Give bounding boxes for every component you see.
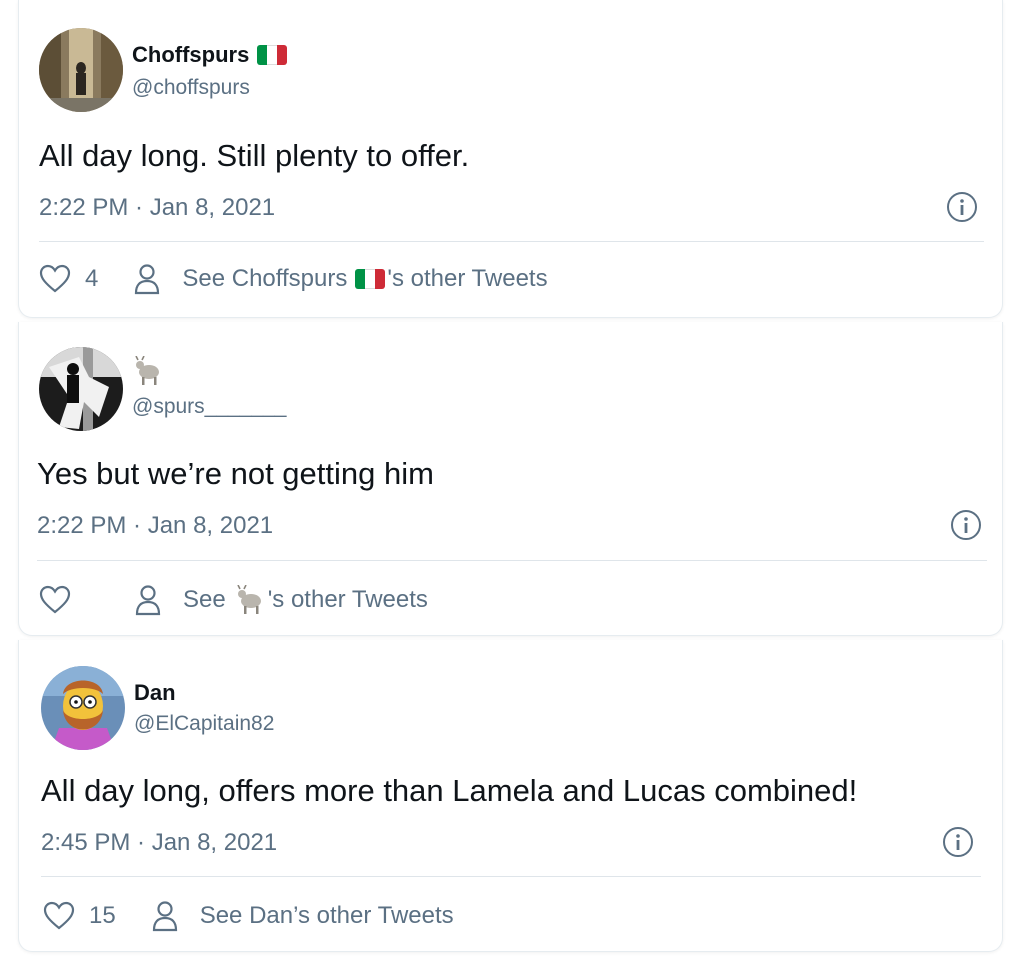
divider (37, 560, 987, 561)
avatar[interactable] (41, 666, 125, 750)
goat-icon (236, 585, 261, 614)
italy-flag-icon (257, 45, 288, 65)
avatar[interactable] (39, 347, 123, 431)
display-name[interactable]: Choffspurs (132, 42, 288, 68)
display-name-text: Dan (134, 680, 176, 705)
person-icon[interactable] (152, 900, 178, 932)
divider (39, 241, 984, 242)
tweet-timestamp[interactable]: 2:45 PM · Jan 8, 2021 (41, 829, 277, 857)
heart-icon[interactable] (43, 901, 75, 931)
italy-flag-icon (355, 269, 386, 289)
tweet-timestamp[interactable]: 2:22 PM · Jan 8, 2021 (37, 512, 273, 540)
like-count: 4 (85, 265, 99, 292)
tweet-text: All day long, offers more than Lamela an… (41, 773, 858, 808)
divider (41, 876, 981, 877)
see-label-suffix: 's other Tweets (387, 265, 548, 292)
display-name-text: Choffspurs (132, 42, 250, 67)
see-other-tweets-link[interactable]: See Choffspurs 's other Tweets (182, 265, 547, 293)
heart-icon[interactable] (39, 264, 71, 294)
see-label-prefix: See (183, 586, 226, 613)
user-handle[interactable]: @ElCapitain82 (134, 712, 274, 736)
user-handle[interactable]: @choffspurs (132, 76, 250, 100)
tweet-timestamp[interactable]: 2:22 PM · Jan 8, 2021 (39, 194, 275, 222)
user-handle[interactable]: @spurs_______ (132, 395, 286, 419)
tweet-card[interactable]: Choffspurs @choffspurs All day long. Sti… (18, 0, 1003, 318)
tweet-actions: See 's other Tweets (39, 584, 428, 616)
tweet-text: Yes but we’re not getting him (37, 456, 434, 491)
person-icon[interactable] (135, 584, 161, 616)
see-label-prefix: See Dan’s other Tweets (199, 902, 454, 929)
info-icon[interactable] (949, 508, 983, 542)
like-count: 15 (89, 902, 116, 929)
info-icon[interactable] (945, 190, 979, 224)
person-icon[interactable] (134, 263, 160, 295)
goat-icon (135, 356, 159, 385)
tweet-text: All day long. Still plenty to offer. (39, 138, 470, 173)
tweet-actions: 4 See Choffspurs 's other Tweets (39, 263, 548, 295)
see-label-suffix: 's other Tweets (267, 586, 428, 613)
see-other-tweets-link[interactable]: See 's other Tweets (183, 585, 428, 615)
tweet-actions: 15 See Dan’s other Tweets (43, 900, 454, 932)
info-icon[interactable] (941, 825, 975, 859)
avatar[interactable] (39, 28, 123, 112)
heart-icon[interactable] (39, 585, 71, 615)
see-label-prefix: See Choffspurs (182, 265, 348, 292)
display-name[interactable]: Dan (134, 680, 176, 706)
tweet-card[interactable]: @spurs_______ Yes but we’re not getting … (18, 322, 1003, 636)
see-other-tweets-link[interactable]: See Dan’s other Tweets (200, 902, 454, 930)
display-name[interactable] (132, 356, 172, 386)
tweet-card[interactable]: Dan @ElCapitain82 All day long, offers m… (18, 640, 1003, 952)
